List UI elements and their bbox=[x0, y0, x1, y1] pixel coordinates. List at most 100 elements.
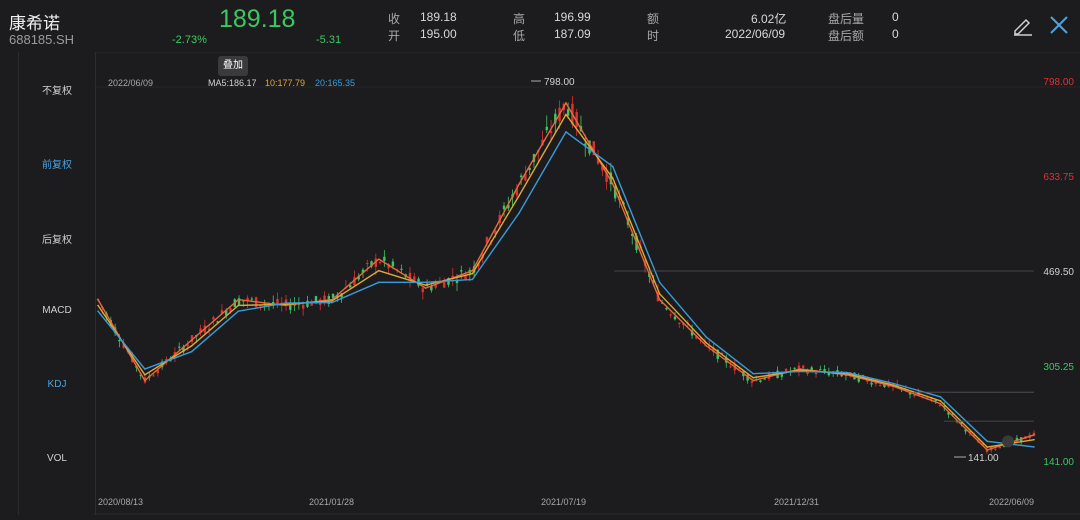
after-hours-amount-label: 盘后额 bbox=[828, 29, 865, 43]
legend-ma10: 10:177.79 bbox=[265, 78, 305, 88]
after-hours-amount-value: 0 bbox=[892, 27, 899, 41]
ma-point bbox=[612, 183, 614, 185]
candle-body bbox=[814, 372, 818, 375]
stock-name: 康希诺 bbox=[9, 14, 60, 33]
ma-point bbox=[97, 298, 99, 301]
candle-body bbox=[673, 316, 677, 320]
sidebar-item-backward-adjust[interactable]: 后复权 bbox=[19, 231, 95, 246]
ma-point bbox=[97, 310, 99, 312]
ma-point bbox=[612, 165, 614, 168]
candle-body bbox=[400, 268, 403, 270]
quote-time-label: 时 bbox=[647, 29, 660, 43]
ma-point bbox=[424, 284, 427, 286]
quote-close-value: 189.18 bbox=[420, 10, 457, 24]
candle-body bbox=[212, 317, 215, 320]
quote-open-label: 开 bbox=[388, 29, 401, 43]
ma-point bbox=[565, 102, 567, 104]
ma-point bbox=[658, 281, 661, 284]
ma-point bbox=[237, 310, 240, 312]
ma-point bbox=[705, 336, 708, 339]
ma-point bbox=[471, 269, 474, 272]
ma-point bbox=[612, 177, 614, 179]
quote-high-label: 高 bbox=[513, 12, 526, 26]
overlay-button[interactable]: 叠加 bbox=[218, 56, 248, 76]
date-axis-label: 2021/12/31 bbox=[774, 497, 819, 507]
candle-body bbox=[545, 126, 548, 131]
ma-point bbox=[752, 372, 754, 375]
ma-point bbox=[705, 345, 708, 347]
low-price-label: 141.00 bbox=[968, 453, 999, 464]
ma-point bbox=[565, 131, 567, 133]
quote-amount-value: 6.02亿 bbox=[751, 12, 787, 26]
high-price-label: 798.00 bbox=[544, 77, 575, 88]
ma-point bbox=[97, 304, 99, 307]
date-axis-label: 2022/06/09 bbox=[989, 497, 1034, 507]
sidebar-item-vol[interactable]: VOL bbox=[19, 453, 95, 464]
candle-body bbox=[763, 378, 766, 380]
sidebar-item-forward-adjust[interactable]: 前复权 bbox=[19, 156, 95, 171]
ma-point bbox=[471, 272, 474, 275]
ma-point bbox=[986, 449, 988, 451]
date-axis-label: 2021/07/19 bbox=[541, 497, 586, 507]
ma-point bbox=[986, 446, 988, 448]
sidebar-item-no-adjust[interactable]: 不复权 bbox=[19, 82, 95, 97]
ma-point bbox=[518, 183, 520, 185]
quote-open-value: 195.00 bbox=[420, 27, 457, 41]
price-axis-label: 798.00 bbox=[1043, 77, 1074, 88]
sidebar-item-kdj[interactable]: KDJ bbox=[19, 379, 95, 390]
candle-body bbox=[455, 280, 459, 284]
ma-point bbox=[424, 287, 427, 289]
ma-point bbox=[986, 440, 988, 443]
ma-point bbox=[1033, 438, 1035, 441]
candle-body bbox=[802, 365, 805, 368]
edit-icon[interactable] bbox=[1012, 14, 1034, 36]
candle-body bbox=[383, 256, 386, 261]
ma-point bbox=[378, 269, 380, 272]
after-hours-volume-label: 盘后量 bbox=[828, 12, 865, 26]
candle-body bbox=[306, 300, 309, 307]
ma-point bbox=[378, 258, 380, 260]
ma-point bbox=[892, 384, 895, 387]
ma-point bbox=[1033, 446, 1035, 448]
current-price: 189.18 bbox=[219, 5, 296, 33]
crosshair-dot[interactable] bbox=[1002, 435, 1014, 448]
ma-point bbox=[518, 212, 520, 214]
candle-body bbox=[793, 367, 796, 369]
candle-body bbox=[913, 395, 916, 397]
ma-point bbox=[331, 299, 333, 302]
ma-point bbox=[939, 395, 942, 398]
ma-point bbox=[752, 376, 754, 379]
ma-point bbox=[237, 298, 240, 301]
date-axis-label: 2021/01/28 bbox=[309, 497, 354, 507]
quote-amount-label: 额 bbox=[647, 12, 660, 26]
quote-time-value: 2022/06/09 bbox=[725, 27, 786, 41]
ma-point bbox=[190, 339, 193, 341]
candle-body bbox=[878, 385, 882, 387]
candle-body bbox=[870, 382, 873, 385]
candle-body bbox=[810, 367, 813, 370]
candle-body bbox=[366, 263, 369, 265]
candle-body bbox=[998, 446, 1002, 449]
ma-point bbox=[331, 301, 333, 304]
close-icon[interactable] bbox=[1048, 14, 1070, 36]
ma-point bbox=[565, 113, 567, 116]
ma-point bbox=[658, 293, 661, 295]
price-axis-label: 305.25 bbox=[1043, 362, 1074, 373]
ma-point bbox=[939, 400, 942, 402]
change-amount: -5.31 bbox=[316, 34, 342, 46]
stock-code: 688185.SH bbox=[9, 32, 75, 47]
ma-point bbox=[846, 371, 848, 374]
candle-body bbox=[391, 261, 395, 267]
indicator-sidebar: 不复权 前复权 后复权 MACD KDJ VOL bbox=[18, 52, 96, 515]
chart-canvas[interactable]: 2022/06/09 MA5:186.17 10:177.79 20:165.35 7… bbox=[94, 51, 1080, 515]
quote-low-label: 低 bbox=[513, 29, 526, 43]
ma20-line bbox=[97, 130, 1035, 448]
candle-body bbox=[314, 296, 318, 302]
quote-high-value: 196.99 bbox=[554, 10, 591, 24]
candle-body bbox=[460, 270, 463, 272]
ma10-line bbox=[97, 113, 1035, 448]
kline-chart[interactable]: 2022/06/09 MA5:186.17 10:177.79 20:165.35 7… bbox=[94, 51, 1080, 515]
ma-point bbox=[190, 350, 193, 353]
sidebar-item-macd[interactable]: MACD bbox=[19, 305, 95, 316]
candle-body bbox=[780, 374, 784, 377]
